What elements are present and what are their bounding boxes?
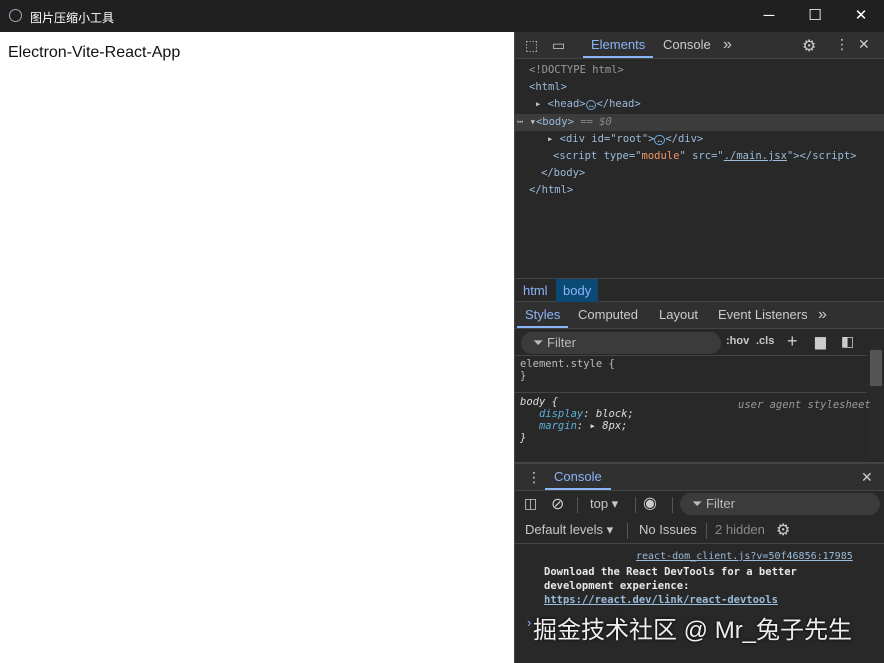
log-levels-select[interactable]: Default levels ▾ [525, 522, 613, 538]
watermark: 掘金技术社区 @ Mr_兔子先生 [533, 617, 853, 644]
more-style-tabs[interactable]: » [818, 302, 827, 328]
devtools-link[interactable]: https://react.dev/link/react-devtools [544, 594, 778, 606]
tab-styles[interactable]: Styles [517, 302, 569, 328]
live-expression-eye-icon[interactable]: ◉ [643, 493, 657, 513]
clear-console-icon[interactable]: ⊘ [551, 494, 564, 514]
console-sidebar-icon[interactable]: ◫ [524, 495, 537, 512]
console-prompt[interactable]: › [527, 615, 531, 630]
styles-tabs: Styles Computed Layout Event Listeners » [515, 302, 884, 329]
new-rule-icon[interactable]: + [787, 331, 798, 352]
tab-computed[interactable]: Computed [578, 302, 638, 328]
issues-button[interactable]: No Issues [639, 522, 697, 537]
close-button[interactable]: ✕ [838, 0, 884, 32]
hov-button[interactable]: :hov [726, 335, 749, 347]
more-options-icon[interactable]: ⋮ [835, 36, 849, 53]
settings-icon[interactable]: ⚙ [802, 36, 816, 56]
toggle-sidebar-icon[interactable]: ◧ [841, 333, 854, 350]
dom-script[interactable]: <script type="module" src="./main.jsx"><… [553, 150, 856, 162]
title-bar: 图片压缩小工具 ─ ☐ ✕ [0, 0, 884, 32]
devtools-toolbar: ⬚ ▭ Elements Console » ⚙ ⋮ ✕ [515, 32, 884, 59]
devtools-panel: ⬚ ▭ Elements Console » ⚙ ⋮ ✕ <!DOCTYPE h… [514, 32, 884, 663]
maximize-button[interactable]: ☐ [792, 0, 838, 32]
drawer-menu-icon[interactable]: ⋮ [527, 469, 541, 486]
tab-console-drawer[interactable]: Console [545, 464, 611, 490]
page-heading: Electron-Vite-React-App [8, 44, 181, 61]
divider [515, 355, 867, 356]
dom-body-selected[interactable]: ⋯ ▾<body> == $0 [515, 114, 884, 131]
styles-scrollbar[interactable] [869, 346, 883, 458]
console-message: Download the React DevTools for a better… [544, 566, 797, 606]
body-rule[interactable]: body { display: block; margin: ▸ 8px; } [520, 396, 634, 444]
dom-body-close[interactable]: </body> [541, 167, 585, 179]
console-toolbar: ◫ ⊘ top ▾ ◉ ⏷ Filter Default levels ▾ No… [515, 491, 884, 544]
console-drawer-header: ⋮ Console ✕ [515, 462, 884, 491]
dom-html[interactable]: <html> [529, 81, 567, 93]
tab-elements[interactable]: Elements [583, 32, 654, 58]
tab-console[interactable]: Console [663, 32, 711, 58]
breadcrumb-body[interactable]: body [556, 279, 599, 302]
device-toolbar-icon[interactable]: ▭ [552, 37, 565, 54]
app-icon [9, 9, 22, 22]
context-select[interactable]: top ▾ [590, 496, 618, 512]
color-format-icon[interactable]: ▆ [815, 333, 826, 350]
minimize-button[interactable]: ─ [746, 0, 792, 32]
dom-head[interactable]: ▸ <head>… </head> [535, 98, 641, 110]
more-tabs-button[interactable]: » [723, 32, 732, 58]
dom-div-root[interactable]: ▸ <div id="root">… </div> [547, 133, 703, 145]
app-content: Electron-Vite-React-App [0, 32, 514, 663]
cls-button[interactable]: .cls [756, 335, 774, 347]
close-drawer-icon[interactable]: ✕ [861, 469, 873, 486]
dom-doctype[interactable]: <!DOCTYPE html> [529, 64, 624, 76]
console-filter-input[interactable]: ⏷ Filter [680, 493, 880, 515]
rule-origin: user agent stylesheet [738, 399, 871, 411]
styles-filter-input[interactable]: ⏷ Filter [521, 332, 721, 354]
window-title: 图片压缩小工具 [30, 11, 115, 25]
inspect-element-icon[interactable]: ⬚ [525, 37, 538, 54]
dom-html-close[interactable]: </html> [529, 184, 573, 196]
message-source-link[interactable]: react-dom_client.js?v=50f46856:17985 [636, 551, 853, 562]
tab-layout[interactable]: Layout [659, 302, 698, 328]
breadcrumb: html body [515, 278, 884, 302]
close-devtools-icon[interactable]: ✕ [858, 36, 870, 53]
hidden-count: 2 hidden [715, 522, 765, 537]
element-style-rule[interactable]: element.style { } [520, 358, 615, 382]
tab-event-listeners[interactable]: Event Listeners [718, 302, 808, 328]
breadcrumb-html[interactable]: html [523, 283, 548, 298]
console-settings-icon[interactable]: ⚙ [776, 520, 790, 540]
divider [515, 392, 867, 393]
